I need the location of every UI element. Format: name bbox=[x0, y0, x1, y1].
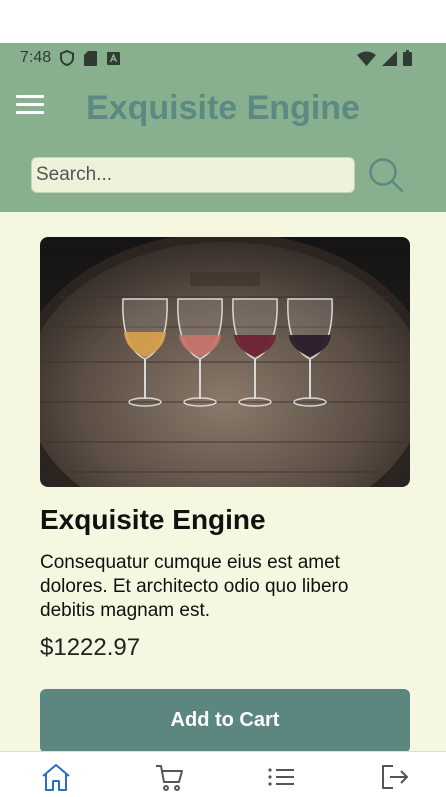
app-header: Exquisite Engine bbox=[0, 73, 446, 212]
wifi-icon bbox=[357, 51, 376, 66]
wine-glasses-photo bbox=[40, 237, 410, 487]
product-description: Consequatur cumque eius est amet dolores… bbox=[40, 552, 349, 621]
list-icon[interactable] bbox=[266, 762, 298, 792]
bottom-nav bbox=[0, 751, 446, 797]
status-right-icons bbox=[357, 50, 412, 66]
status-left-icons bbox=[60, 50, 120, 66]
page-title: Exquisite Engine bbox=[86, 89, 360, 127]
product-image bbox=[40, 237, 410, 487]
top-blank-area bbox=[0, 0, 446, 43]
cart-icon[interactable] bbox=[153, 762, 185, 792]
search-icon[interactable] bbox=[368, 157, 404, 193]
status-time: 7:48 bbox=[20, 49, 52, 66]
product-name: Exquisite Engine bbox=[40, 504, 266, 535]
sd-card-icon bbox=[84, 50, 97, 66]
logout-icon[interactable] bbox=[379, 762, 411, 792]
keyboard-icon bbox=[107, 51, 120, 65]
battery-icon bbox=[403, 50, 412, 66]
cell-signal-icon bbox=[382, 50, 397, 66]
search-input[interactable] bbox=[31, 157, 355, 193]
product-price: $1222.97 bbox=[40, 634, 141, 661]
shield-icon bbox=[60, 50, 74, 66]
home-icon[interactable] bbox=[40, 762, 72, 792]
status-bar: 7:48 bbox=[0, 43, 446, 73]
add-to-cart-button[interactable]: Add to Cart bbox=[40, 689, 410, 751]
product-detail: Exquisite Engine Consequatur cumque eius… bbox=[0, 212, 446, 751]
